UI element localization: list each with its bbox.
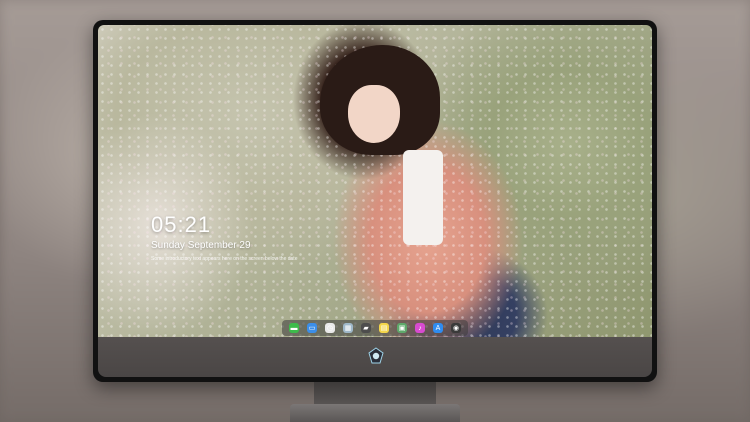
wallpaper-shirt xyxy=(403,150,443,245)
lockscreen-time: 05:21 xyxy=(151,212,212,237)
lockscreen-subtext: Some introductory text appears here on t… xyxy=(151,256,298,262)
photos-icon[interactable]: ▣ xyxy=(397,323,407,333)
monitor-neck xyxy=(314,382,436,406)
monitor-stand xyxy=(290,404,460,422)
music-icon[interactable]: ♪ xyxy=(415,323,425,333)
lockscreen-date: Sunday September 29 xyxy=(151,240,251,251)
dock: ▬ ▭ ◷ ▦ ▰ ▤ ▣ ♪ A ◉ xyxy=(282,320,468,336)
monitor: 05:21 Sunday September 29 Some introduct… xyxy=(93,20,657,382)
clock-icon[interactable]: ◷ xyxy=(325,323,335,333)
clapper-icon[interactable]: ▰ xyxy=(361,323,371,333)
monitor-chin xyxy=(98,337,652,377)
notes-icon[interactable]: ▤ xyxy=(379,323,389,333)
appstore-icon[interactable]: A xyxy=(433,323,443,333)
diamond-badge-icon xyxy=(368,347,384,365)
finder-icon[interactable]: ▭ xyxy=(307,323,317,333)
desktop-screen: 05:21 Sunday September 29 Some introduct… xyxy=(98,25,652,337)
preview-icon[interactable]: ▦ xyxy=(343,323,353,333)
camera-icon[interactable]: ◉ xyxy=(451,323,461,333)
messages-icon[interactable]: ▬ xyxy=(289,323,299,333)
wallpaper-face xyxy=(348,85,400,143)
